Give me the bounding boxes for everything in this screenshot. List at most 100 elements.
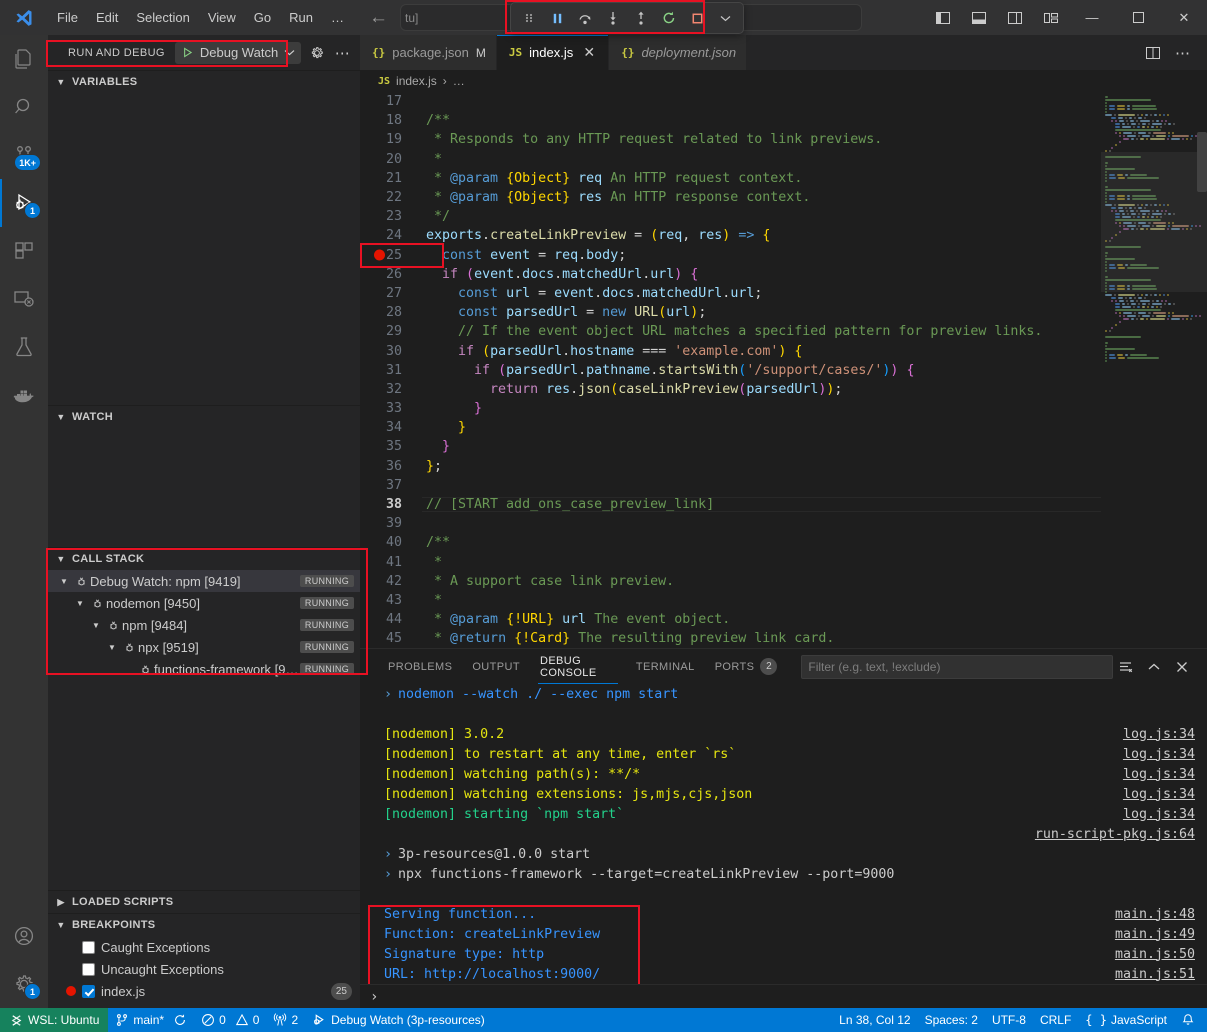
line-number[interactable]: 18 <box>360 113 422 128</box>
activitybar-item-remote-explorer[interactable] <box>0 275 48 323</box>
call-stack-row[interactable]: ▼Debug Watch: npm [9419]RUNNING <box>48 570 360 592</box>
code-line[interactable]: 45 * @return {!Card} The resulting previ… <box>360 629 1101 648</box>
code-line[interactable]: 43 * <box>360 591 1101 610</box>
chevron-down-icon[interactable]: ▼ <box>88 621 104 630</box>
minimize-button[interactable]: — <box>1069 0 1115 35</box>
console-source-link[interactable]: main.js:48 <box>1115 907 1195 922</box>
line-number[interactable]: 40 <box>360 535 422 550</box>
code-line[interactable]: 38// [START add_ons_case_preview_link] <box>360 495 1101 514</box>
debug-toolbar[interactable] <box>510 2 744 34</box>
code-line[interactable]: 23 */ <box>360 207 1101 226</box>
close-window-button[interactable]: ✕ <box>1161 0 1207 35</box>
debug-console-input[interactable]: › <box>360 984 1207 1008</box>
activitybar-item-extensions[interactable] <box>0 227 48 275</box>
line-number[interactable]: 31 <box>360 363 422 378</box>
split-editor-right-icon[interactable] <box>1139 39 1167 67</box>
code-line[interactable]: 40/** <box>360 533 1101 552</box>
line-number[interactable]: 25 <box>360 248 422 263</box>
step-into-button[interactable] <box>599 5 627 31</box>
menu-item-more[interactable]: … <box>322 7 353 28</box>
line-number[interactable]: 19 <box>360 132 422 147</box>
line-number[interactable]: 17 <box>360 94 422 109</box>
menu-bar[interactable]: File Edit Selection View Go Run … <box>48 7 353 28</box>
restart-button[interactable] <box>655 5 683 31</box>
code-line[interactable]: 33 } <box>360 399 1101 418</box>
call-stack-row[interactable]: ▼npm [9484]RUNNING <box>48 614 360 636</box>
line-number[interactable]: 39 <box>360 516 422 531</box>
call-stack-row[interactable]: ▼nodemon [9450]RUNNING <box>48 592 360 614</box>
code-editor[interactable]: 1718/**19 * Responds to any HTTP request… <box>360 92 1101 648</box>
activitybar-item-run-and-debug[interactable]: 1 <box>0 179 48 227</box>
console-source-link[interactable]: log.js:34 <box>1123 787 1195 802</box>
status-branch-indicator[interactable]: main* <box>108 1008 194 1032</box>
menu-item-go[interactable]: Go <box>245 7 280 28</box>
status-cursor-position[interactable]: Ln 38, Col 12 <box>832 1008 917 1032</box>
console-source-link[interactable]: log.js:34 <box>1123 807 1195 822</box>
call-stack-row[interactable]: ▼npx [9519]RUNNING <box>48 636 360 658</box>
panel-tab[interactable]: PROBLEMS <box>378 649 462 684</box>
maximize-button[interactable] <box>1115 0 1161 35</box>
breakpoint-row[interactable]: Uncaught Exceptions <box>48 958 360 980</box>
code-line[interactable]: 39 <box>360 514 1101 533</box>
panel-tab[interactable]: TERMINAL <box>626 649 705 684</box>
code-line[interactable]: 34 } <box>360 418 1101 437</box>
code-line[interactable]: 32 return res.json(caseLinkPreview(parse… <box>360 380 1101 399</box>
call-stack-section-header[interactable]: ▼ CALL STACK <box>48 548 360 570</box>
code-line[interactable]: 25 const event = req.body; <box>360 246 1101 265</box>
breadcrumb[interactable]: JS index.js › … <box>360 70 1207 92</box>
line-number[interactable]: 21 <box>360 171 422 186</box>
line-number[interactable]: 22 <box>360 190 422 205</box>
breakpoint-checkbox[interactable] <box>82 985 95 998</box>
panel-tab[interactable]: DEBUG CONSOLE <box>530 649 626 684</box>
code-line[interactable]: 28 const parsedUrl = new URL(url); <box>360 303 1101 322</box>
chevron-down-icon[interactable]: ▼ <box>56 577 72 586</box>
status-indentation[interactable]: Spaces: 2 <box>918 1008 985 1032</box>
call-stack-row[interactable]: functions-framework [954…RUNNING <box>48 658 360 680</box>
status-encoding[interactable]: UTF-8 <box>985 1008 1033 1032</box>
minimap[interactable] <box>1101 92 1207 648</box>
close-tab-icon[interactable]: ✕ <box>580 44 598 61</box>
menu-item-edit[interactable]: Edit <box>87 7 127 28</box>
line-number[interactable]: 32 <box>360 382 422 397</box>
console-source-link[interactable]: log.js:34 <box>1123 747 1195 762</box>
line-number[interactable]: 23 <box>360 209 422 224</box>
close-panel-icon[interactable] <box>1169 654 1195 680</box>
chevron-down-icon[interactable]: ▼ <box>104 643 120 652</box>
code-line[interactable]: 24exports.createLinkPreview = (req, res)… <box>360 226 1101 245</box>
status-notifications[interactable] <box>1174 1008 1207 1032</box>
activitybar-item-search[interactable] <box>0 83 48 131</box>
console-source-link[interactable]: log.js:34 <box>1123 727 1195 742</box>
open-launch-json-gear-icon[interactable] <box>307 45 327 61</box>
toggle-secondary-sidebar-icon[interactable] <box>997 0 1033 35</box>
step-over-button[interactable] <box>571 5 599 31</box>
minimap-slider[interactable] <box>1101 152 1207 292</box>
status-debug-session[interactable]: Debug Watch (3p-resources) <box>305 1008 492 1032</box>
code-line[interactable]: 36}; <box>360 457 1101 476</box>
line-number[interactable]: 34 <box>360 420 422 435</box>
line-number[interactable]: 41 <box>360 555 422 570</box>
debug-toolbar-drag-handle[interactable] <box>515 5 543 31</box>
breadcrumb-trail[interactable]: … <box>453 74 465 88</box>
code-line[interactable]: 41 * <box>360 553 1101 572</box>
line-number[interactable]: 35 <box>360 439 422 454</box>
menu-item-file[interactable]: File <box>48 7 87 28</box>
console-source-link[interactable]: main.js:50 <box>1115 947 1195 962</box>
code-line[interactable]: 42 * A support case link preview. <box>360 572 1101 591</box>
line-number[interactable]: 26 <box>360 267 422 282</box>
console-source-link[interactable]: log.js:34 <box>1123 767 1195 782</box>
breakpoint-dot-icon[interactable] <box>374 250 385 261</box>
toggle-primary-sidebar-icon[interactable] <box>925 0 961 35</box>
line-number[interactable]: 38 <box>360 497 422 512</box>
panel-filter-input[interactable] <box>808 660 1106 674</box>
line-number[interactable]: 44 <box>360 612 422 627</box>
breadcrumb-file[interactable]: index.js <box>396 74 437 88</box>
watch-section-header[interactable]: ▼ WATCH <box>48 406 360 428</box>
code-line[interactable]: 20 * <box>360 150 1101 169</box>
breakpoint-checkbox[interactable] <box>82 963 95 976</box>
editor-tab[interactable]: {}deployment.json <box>609 35 747 70</box>
line-number[interactable]: 20 <box>360 152 422 167</box>
editor-tab[interactable]: JSindex.js✕ <box>497 35 609 70</box>
pause-button[interactable] <box>543 5 571 31</box>
activitybar-item-testing[interactable] <box>0 323 48 371</box>
line-number[interactable]: 24 <box>360 228 422 243</box>
